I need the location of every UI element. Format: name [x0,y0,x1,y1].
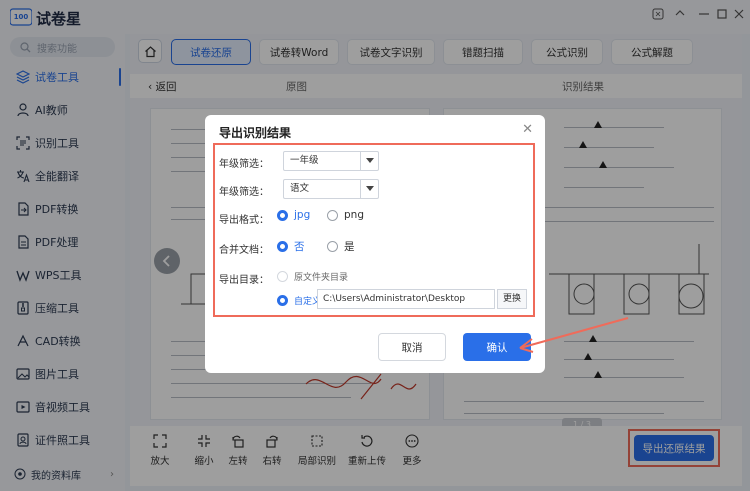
radio-dot [277,295,288,306]
format-png-radio[interactable]: png [327,209,364,221]
format-png-label: png [344,209,364,221]
export-dir-label: 导出目录： [219,275,269,286]
dir-custom-radio[interactable]: 自定义 [277,294,321,307]
cancel-button[interactable]: 取消 [378,333,446,361]
merge-no-radio[interactable]: 否 [277,239,305,254]
merge-doc-label: 合并文档： [219,245,269,256]
dialog-title: 导出识别结果 [219,126,292,140]
radio-dot [277,271,288,282]
merge-no-label: 否 [294,241,305,253]
grade-select-value: 一年级 [290,155,319,166]
dir-original-label: 原文件夹目录 [294,273,349,283]
dir-original-radio[interactable]: 原文件夹目录 [277,270,348,283]
export-dialog: 导出识别结果 ✕ 年级筛选： 一年级 年级筛选： 语文 导出格式： jpg pn… [205,115,545,373]
radio-dot [277,209,288,221]
subject-select-value: 语文 [290,183,310,194]
grade-select[interactable]: 一年级 [283,151,379,171]
merge-yes-label: 是 [344,241,355,253]
dropdown-arrow-icon [360,152,378,170]
subject-select[interactable]: 语文 [283,179,379,199]
radio-dot [327,209,338,221]
radio-dot [277,241,288,252]
format-jpg-label: jpg [294,209,311,221]
subject-filter-label: 年级筛选： [219,187,269,198]
export-format-label: 导出格式： [219,215,269,226]
merge-yes-radio[interactable]: 是 [327,239,355,254]
radio-dot [327,241,338,252]
format-jpg-radio[interactable]: jpg [277,209,310,221]
change-dir-button[interactable]: 更换 [497,289,527,309]
confirm-button[interactable]: 确认 [463,333,531,361]
dialog-close-icon[interactable]: ✕ [522,122,533,137]
export-path-field[interactable]: C:\Users\Administrator\Desktop [317,289,495,309]
dropdown-arrow-icon [360,180,378,198]
grade-filter-label: 年级筛选： [219,159,269,170]
